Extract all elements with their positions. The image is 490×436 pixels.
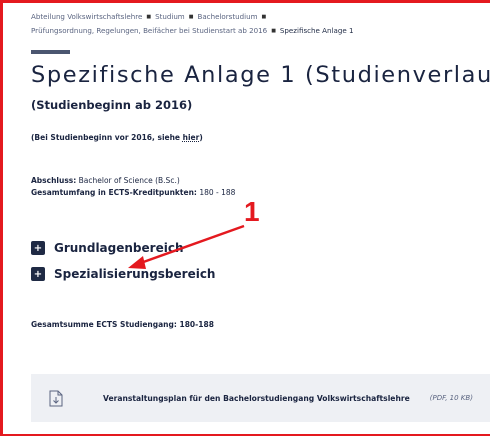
accordion-label: Grundlagenbereich (54, 241, 184, 255)
accordion-grundlagenbereich[interactable]: + Grundlagenbereich (31, 241, 183, 255)
degree-value: Bachelor of Science (B.Sc.) (78, 176, 180, 185)
page-title: Spezifische Anlage 1 (Studienverlauf) (31, 62, 490, 88)
plus-icon: + (31, 241, 45, 255)
plus-icon: + (31, 267, 45, 281)
download-link[interactable]: Veranstaltungsplan für den Bachelorstudi… (103, 394, 410, 403)
download-meta: (PDF, 10 KB) (429, 394, 473, 402)
page-subtitle: (Studienbeginn ab 2016) (31, 98, 193, 112)
degree-info: Abschluss: Bachelor of Science (B.Sc.) G… (31, 175, 235, 199)
breadcrumb-item[interactable]: Abteilung Volkswirtschaftslehre (31, 12, 142, 21)
breadcrumb-separator: ■ (188, 14, 194, 20)
accordion-spezialisierungsbereich[interactable]: + Spezialisierungsbereich (31, 267, 215, 281)
ects-value: 180 - 188 (199, 188, 236, 197)
degree-row: Abschluss: Bachelor of Science (B.Sc.) (31, 175, 235, 187)
breadcrumb-item[interactable]: Studium (155, 12, 185, 21)
breadcrumb-separator: ■ (261, 14, 267, 20)
note-suffix: ) (199, 133, 203, 142)
degree-label: Abschluss: (31, 176, 77, 185)
breadcrumb-current: Spezifische Anlage 1 (279, 26, 354, 35)
download-box[interactable]: Veranstaltungsplan für den Bachelorstudi… (31, 374, 490, 422)
breadcrumb-item[interactable]: Bachelorstudium (197, 12, 257, 21)
accordion-label: Spezialisierungsbereich (54, 267, 216, 281)
breadcrumb: Abteilung Volkswirtschaftslehre ■ Studium ■… (31, 10, 481, 38)
breadcrumb-item[interactable]: Prüfungsordnung, Regelungen, Beifächer b… (31, 26, 267, 35)
ects-label: Gesamtumfang in ECTS-Kreditpunkten: (31, 188, 197, 197)
file-download-icon (49, 390, 63, 406)
note-link[interactable]: hier (183, 133, 200, 142)
breadcrumb-separator: ■ (271, 28, 276, 34)
note-prefix: (Bei Studienbeginn vor 2016, siehe (31, 133, 183, 142)
annotation-number: 1 (244, 196, 260, 227)
earlier-start-note: (Bei Studienbeginn vor 2016, siehe hier) (31, 133, 203, 142)
total-ects: Gesamtsumme ECTS Studiengang: 180-188 (31, 320, 214, 329)
ects-row: Gesamtumfang in ECTS-Kreditpunkten: 180 … (31, 187, 235, 199)
title-accent-bar (31, 50, 70, 54)
breadcrumb-separator: ■ (146, 14, 152, 20)
